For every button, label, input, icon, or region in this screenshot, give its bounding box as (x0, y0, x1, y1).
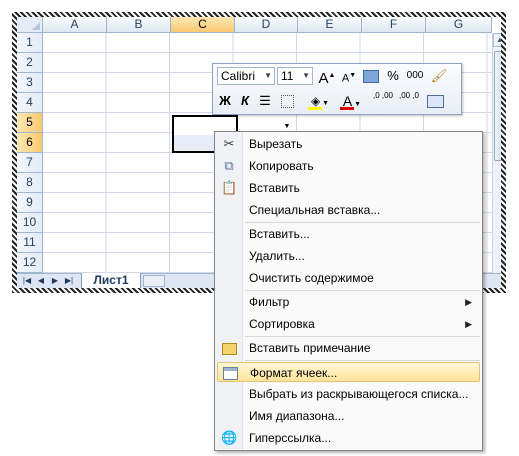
italic-button[interactable]: К (235, 91, 255, 111)
merge-center-button[interactable] (425, 91, 445, 111)
shrink-font-button[interactable]: A▼ (339, 66, 359, 86)
row-header-12[interactable]: 12 (17, 253, 43, 273)
next-sheet-icon[interactable]: ▶ (49, 275, 61, 287)
submenu-arrow-icon: ▶ (465, 297, 472, 307)
chevron-down-icon: ▼ (302, 71, 310, 80)
mini-toolbar: Calibri ▼ 11 ▼ A▲ A▼ % 000 🖌 Ж К ☰ ▼ ◈ ▼… (212, 63, 462, 130)
menu-item-paste-special[interactable]: Специальная вставка... (217, 200, 480, 220)
column-header-b[interactable]: B (107, 17, 171, 33)
fill-color-button[interactable]: ◈ ▼ (305, 91, 335, 111)
menu-item-copy[interactable]: ⧉ Копировать (217, 156, 480, 176)
insert-sheet-icon[interactable] (143, 275, 165, 287)
menu-item-cut[interactable]: ✂ Вырезать (217, 134, 480, 154)
menu-item-sort-label: Сортировка (249, 317, 315, 331)
copy-icon: ⧉ (224, 158, 234, 173)
thousands-separator-button[interactable]: 000 (405, 66, 425, 86)
menu-item-clear-contents-label: Очистить содержимое (249, 271, 374, 285)
column-header-c[interactable]: C (171, 17, 235, 33)
bold-button[interactable]: Ж (215, 91, 235, 111)
globe-link-icon: 🌐 (221, 430, 238, 445)
row-header-6[interactable]: 6 (17, 133, 43, 153)
column-header-e[interactable]: E (298, 17, 362, 33)
menu-item-format-cells-label: Формат ячеек... (250, 366, 338, 380)
menu-item-insert-label: Вставить... (249, 227, 310, 241)
clipboard-icon: 📋 (221, 180, 238, 195)
comment-icon (221, 340, 237, 356)
menu-item-range-name[interactable]: Имя диапазона... (217, 406, 480, 426)
chevron-down-icon: ▼ (264, 71, 272, 80)
increase-decimal-button[interactable]: ,0 ,00 (371, 91, 395, 111)
scissors-icon: ✂ (223, 136, 235, 151)
menu-item-format-cells[interactable]: Формат ячеек... (217, 362, 480, 382)
menu-item-delete[interactable]: Удалить... (217, 246, 480, 266)
row-header-11[interactable]: 11 (17, 233, 43, 253)
font-color-bar (340, 107, 354, 110)
menu-separator (245, 290, 480, 291)
menu-separator (245, 360, 480, 361)
paint-bucket-icon: ◈ (310, 94, 321, 108)
column-header-d[interactable]: D (235, 17, 298, 33)
menu-item-paste-special-label: Специальная вставка... (249, 203, 381, 217)
menu-item-hyperlink[interactable]: 🌐 Гиперссылка... (217, 428, 480, 448)
column-header-g[interactable]: G (426, 17, 492, 33)
row-header-2[interactable]: 2 (17, 53, 43, 73)
menu-item-pick-from-list[interactable]: Выбрать из раскрывающегося списка... (217, 384, 480, 404)
format-painter-icon[interactable]: 🖌 (429, 66, 449, 86)
menu-item-copy-label: Копировать (249, 159, 314, 173)
font-name-value: Calibri (221, 69, 256, 83)
decrease-decimal-button[interactable]: ,00 ,0 (397, 91, 421, 111)
menu-item-clear-contents[interactable]: Очистить содержимое (217, 268, 480, 288)
cell-styles-button[interactable] (361, 66, 381, 86)
grow-font-icon: A (318, 70, 329, 87)
font-size-value: 11 (281, 69, 294, 83)
font-size-select[interactable]: 11 ▼ (277, 67, 313, 85)
column-header-a[interactable]: A (43, 17, 107, 33)
vertical-scrollbar[interactable]: ▲ (492, 33, 501, 273)
row-header-9[interactable]: 9 (17, 193, 43, 213)
grow-font-button[interactable]: A▲ (317, 66, 337, 87)
context-menu: ✂ Вырезать ⧉ Копировать 📋 Вставить Специ… (214, 131, 483, 451)
scroll-thumb[interactable] (494, 51, 501, 161)
row-header-1[interactable]: 1 (17, 33, 43, 53)
cell-styles-icon (363, 70, 379, 84)
menu-item-insert-comment[interactable]: Вставить примечание (217, 338, 480, 358)
row-header-8[interactable]: 8 (17, 173, 43, 193)
prev-sheet-icon[interactable]: ◀ (35, 275, 47, 287)
menu-item-sort[interactable]: Сортировка ▶ (217, 314, 480, 334)
row-header-5[interactable]: 5 (17, 113, 43, 133)
menu-item-pick-from-list-label: Выбрать из раскрывающегося списка... (249, 387, 469, 401)
menu-separator (245, 336, 480, 337)
borders-icon (280, 95, 294, 109)
menu-item-delete-label: Удалить... (249, 249, 305, 263)
menu-separator (245, 222, 480, 223)
format-cells-icon (222, 365, 238, 381)
row-header-3[interactable]: 3 (17, 73, 43, 93)
sheet-tab-list1[interactable]: Лист1 (81, 273, 141, 288)
last-sheet-icon[interactable]: ▶| (63, 275, 75, 287)
scroll-up-icon[interactable]: ▲ (493, 33, 501, 47)
fill-color-bar (308, 107, 322, 110)
select-all-button[interactable] (17, 17, 43, 33)
row-header-10[interactable]: 10 (17, 213, 43, 233)
font-name-select[interactable]: Calibri ▼ (217, 67, 275, 85)
borders-button[interactable]: ▼ (277, 91, 297, 130)
column-header-f[interactable]: F (362, 17, 426, 33)
menu-item-hyperlink-label: Гиперссылка... (249, 431, 332, 445)
center-align-icon[interactable]: ☰ (255, 91, 275, 111)
menu-item-filter-label: Фильтр (249, 295, 290, 309)
merge-center-icon (426, 95, 444, 109)
row-header-7[interactable]: 7 (17, 153, 43, 173)
menu-item-insert[interactable]: Вставить... (217, 224, 480, 244)
first-sheet-icon[interactable]: |◀ (21, 275, 33, 287)
percent-style-button[interactable]: % (383, 66, 403, 86)
menu-item-paste[interactable]: 📋 Вставить (217, 178, 480, 198)
menu-item-cut-label: Вырезать (249, 137, 303, 151)
menu-item-insert-comment-label: Вставить примечание (249, 341, 371, 355)
menu-item-filter[interactable]: Фильтр ▶ (217, 292, 480, 312)
font-color-button[interactable]: A ▼ (337, 91, 367, 111)
menu-item-paste-label: Вставить (249, 181, 300, 195)
menu-item-range-name-label: Имя диапазона... (249, 409, 345, 423)
submenu-arrow-icon: ▶ (465, 319, 472, 329)
row-header-4[interactable]: 4 (17, 93, 43, 113)
